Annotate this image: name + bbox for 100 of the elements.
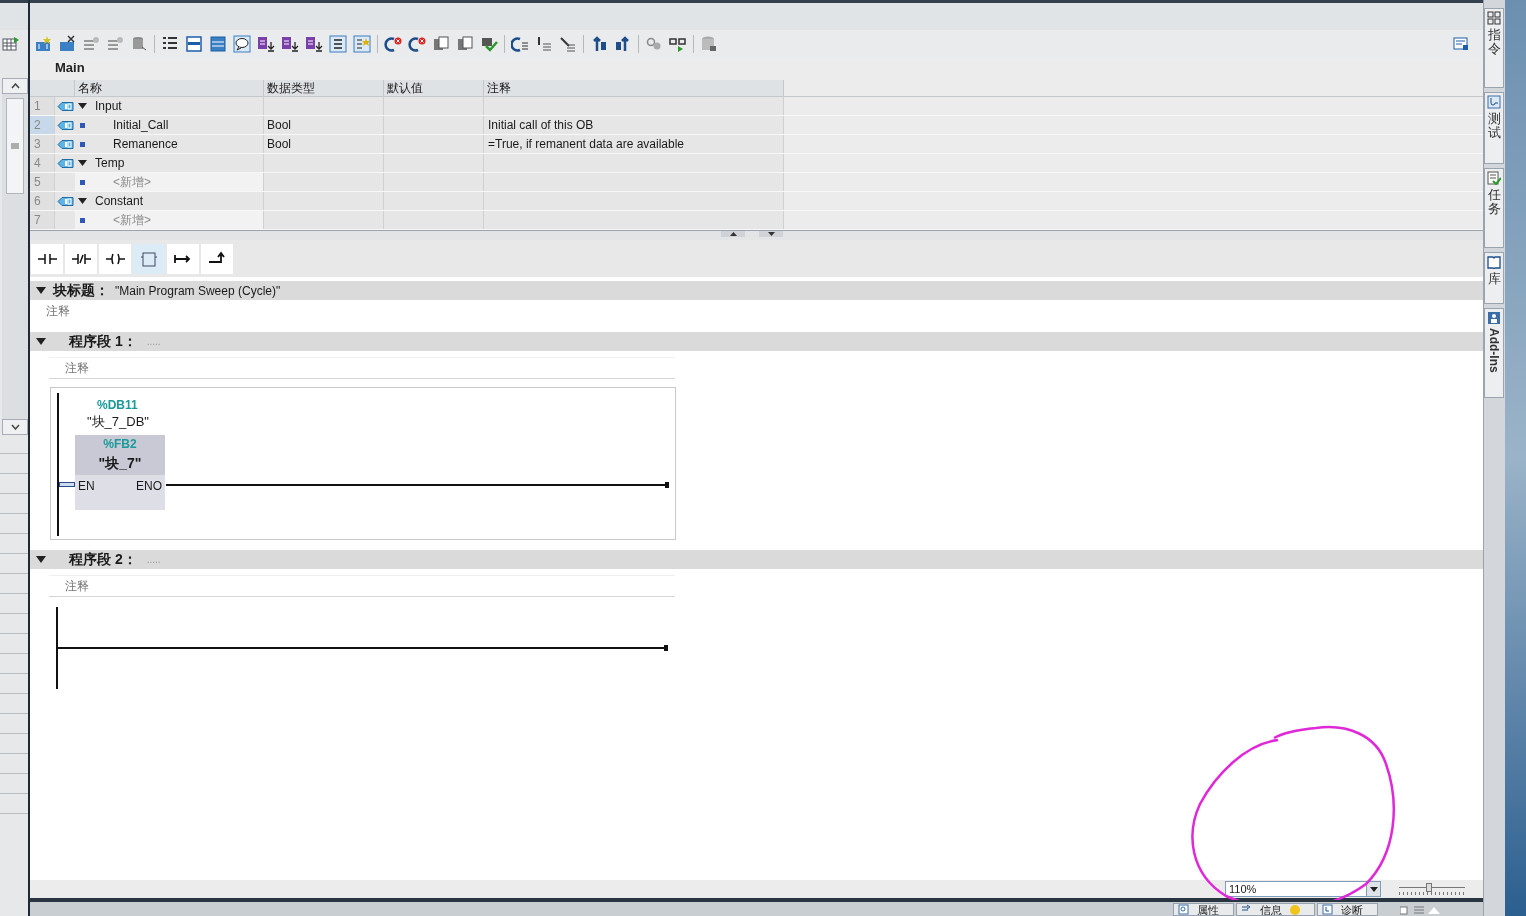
comment-cell[interactable]: =True, if remanent data are available [488,135,684,153]
input-pin: EN [78,478,95,495]
network-label: 程序段 2： [69,550,137,569]
collapse-down-button[interactable] [759,231,783,237]
stethoscope-icon [1487,95,1501,109]
window-layout-icon[interactable] [1453,37,1469,51]
branch-open-button[interactable] [167,243,199,274]
info-badge-icon [1290,905,1300,915]
task-card-tab[interactable]: 任务 [1484,168,1504,248]
down-caret-icon [10,424,20,430]
branch-close-button[interactable] [201,243,233,274]
person-icon [1487,311,1501,325]
block-address: %FB2 [103,436,137,453]
input-connector [59,482,75,487]
task-card-tab[interactable]: 指令 [1484,8,1504,88]
rung-end-mark [665,482,669,488]
rung-end-mark [664,645,668,651]
diagnostics-icon [1322,904,1333,915]
block-title[interactable]: "Main Program Sweep (Cycle)" [115,281,281,300]
cylinder-icon[interactable] [700,35,718,53]
function-block[interactable]: %FB2 "块_7" EN ENO [75,435,165,510]
jump-icon[interactable] [511,35,529,53]
bullet-icon [80,179,85,185]
undo-arrow-icon[interactable] [408,35,426,53]
empty-box-icon [138,250,160,267]
zoom-field[interactable]: 110% [1225,881,1381,897]
task-card-tab[interactable]: 测试 [1484,92,1504,164]
down-caret-icon [767,232,775,236]
delete-network-icon[interactable] [58,35,76,53]
bullet-icon [80,141,85,147]
window-icon[interactable] [209,35,227,53]
negated-contact-button[interactable] [65,243,97,274]
collapse-arrow-icon[interactable] [78,103,87,109]
dropdown-caret-icon[interactable] [1369,886,1378,892]
scroll-up-button[interactable] [2,78,28,94]
column-header[interactable]: 注释 [484,80,784,96]
output-pin: ENO [136,478,162,495]
bottom-tab[interactable]: 属性 [1173,903,1234,916]
table-icon[interactable] [2,36,20,52]
download-icon[interactable] [305,35,323,53]
collapse-arrow-icon[interactable] [36,556,46,563]
book-icon [1487,255,1501,269]
slider-thumb[interactable] [1426,883,1432,892]
scrollbar-thumb[interactable] [6,98,24,194]
section-name: Input [95,98,122,115]
up-caret-icon [10,83,20,89]
copy-block-icon[interactable] [456,35,474,53]
task-card-tab[interactable]: Add-Ins [1484,308,1504,398]
bullet-icon [80,217,85,223]
download-icon[interactable] [257,35,275,53]
collapse-arrow-icon[interactable] [78,198,87,204]
line-list-icon[interactable] [535,35,553,53]
check-icon[interactable] [480,35,498,53]
interface-icon [56,157,74,169]
comment-text[interactable]: 注释 [46,302,70,320]
block-name: Main [54,59,86,78]
section-name: Constant [95,193,144,210]
grip-icon [11,143,19,149]
comment-cell[interactable]: Initial call of this OB [488,116,594,134]
column-header[interactable]: 默认值 [384,80,484,96]
download-icon[interactable] [281,35,299,53]
collapse-up-button[interactable] [721,231,745,237]
task-card-tab[interactable]: 库 [1484,252,1504,304]
comment-text[interactable]: 注释 [65,577,89,595]
branch-icon[interactable] [559,35,577,53]
checklist-icon[interactable] [329,35,347,53]
comment-text[interactable]: 注释 [65,359,89,377]
properties-icon [1178,904,1189,915]
network-icon[interactable] [34,35,52,53]
bottom-tab[interactable]: 信息 [1236,903,1315,916]
section-name: Temp [95,155,125,172]
interface-icon [56,195,74,207]
undo-arrow-icon[interactable] [384,35,402,53]
coil-button[interactable] [99,243,131,274]
data-type-cell[interactable]: Bool [267,135,292,153]
grid-icon [1487,11,1501,25]
collapse-arrow-icon[interactable] [78,160,87,166]
checklist-icon [1487,171,1501,185]
instance-name[interactable]: "块_7_DB" [87,412,149,432]
contact-button[interactable] [31,243,63,274]
cylinder-icon[interactable] [130,35,148,53]
star-list-icon[interactable] [353,35,371,53]
window-icon[interactable] [185,35,203,53]
copy-block-icon[interactable] [432,35,450,53]
interface-icon [56,100,74,112]
variable-name: Initial_Call [113,117,169,134]
interface-icon [56,138,74,150]
collapse-arrow-icon[interactable] [36,338,46,345]
column-header[interactable]: 名称 [75,80,264,96]
restore-window-icon[interactable] [1400,905,1410,915]
data-type-cell[interactable]: Bool [267,116,292,134]
collapse-arrow-icon[interactable] [36,287,46,294]
column-header[interactable]: 数据类型 [264,80,384,96]
bottom-tab[interactable]: 诊断 [1317,903,1378,916]
block-title-label: 块标题： [53,281,109,300]
scroll-down-button[interactable] [2,419,28,435]
up-caret-icon [729,232,737,236]
bullet-icon [80,122,85,128]
speech-bubble-icon[interactable] [233,35,251,53]
network-label: 程序段 1： [69,332,137,351]
